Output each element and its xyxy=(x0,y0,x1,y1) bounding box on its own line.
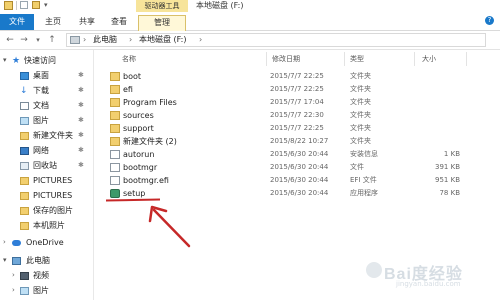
baidu-paw-logo-icon xyxy=(366,262,382,278)
watermark-url: jingyan.baidu.com xyxy=(396,280,461,288)
watermark: Bai度经验 jingyan.baidu.com xyxy=(362,258,492,294)
annotation-arrow xyxy=(148,205,191,248)
